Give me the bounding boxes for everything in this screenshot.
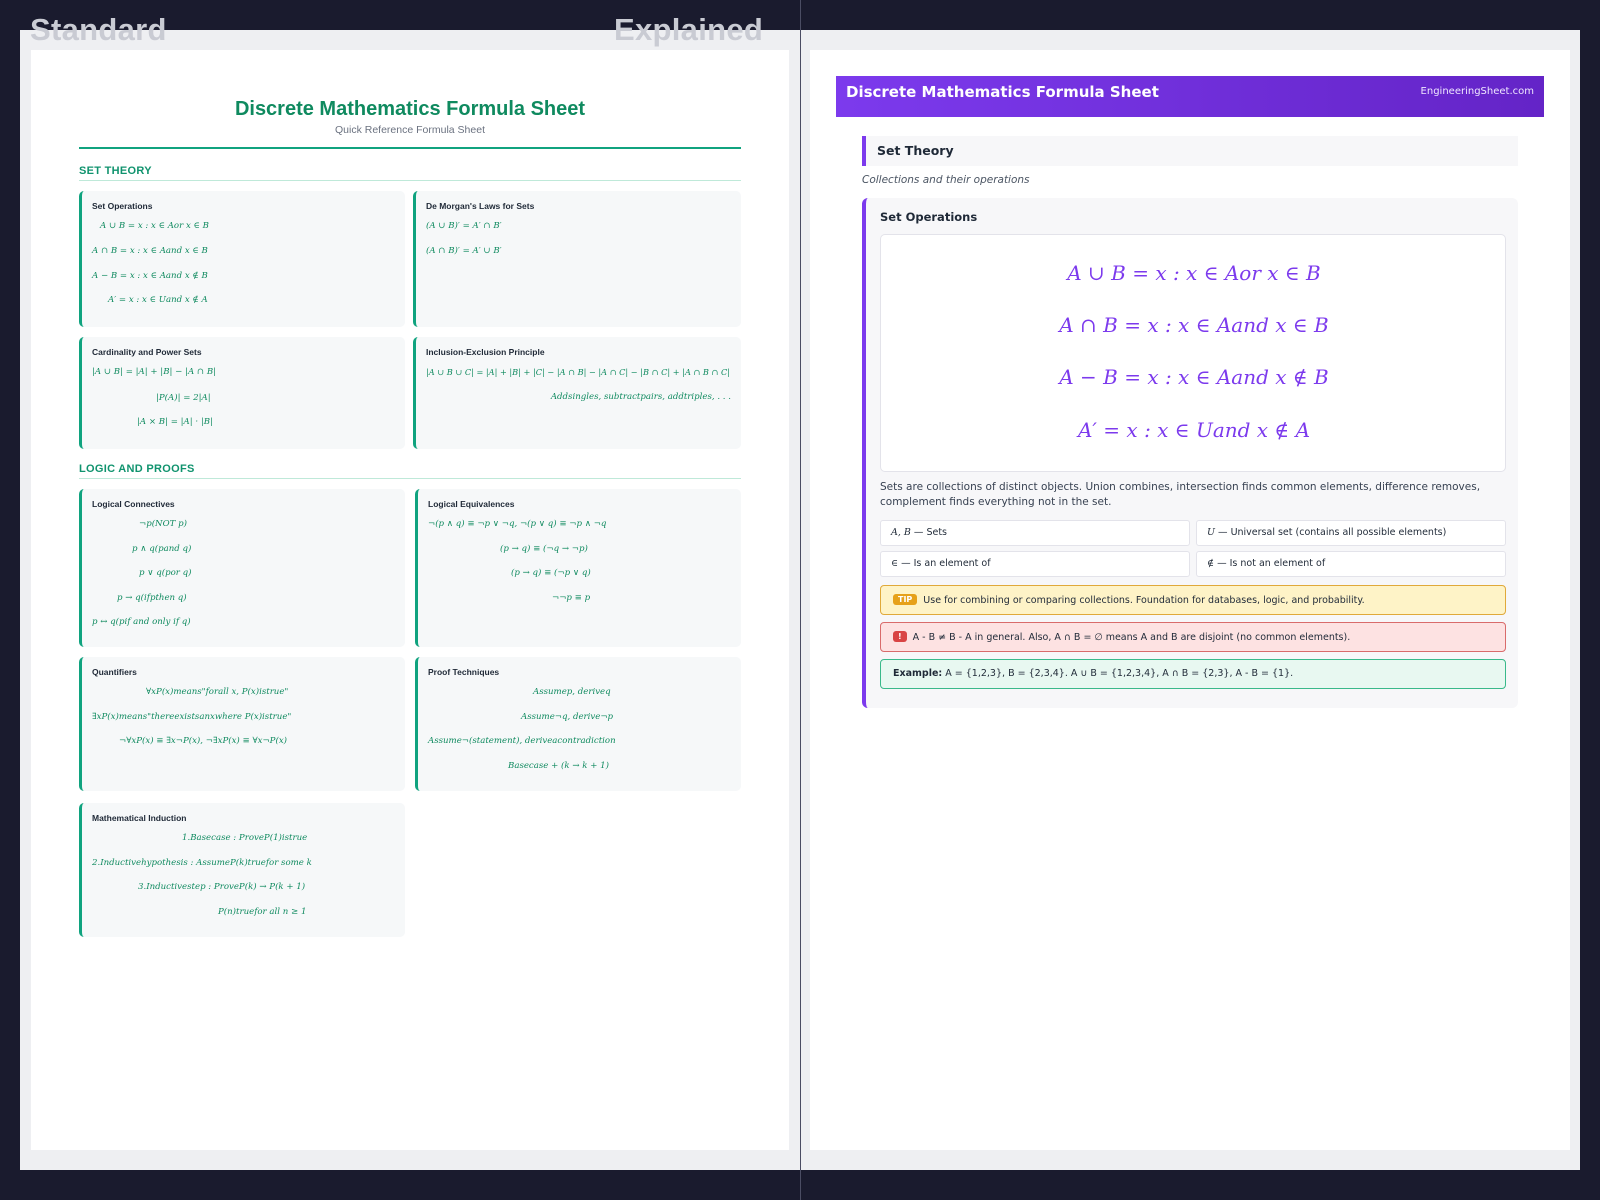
formula: 3.Inductivestep : ProveP(k) → P(k + 1): [138, 882, 306, 892]
card-title: Set Operations: [92, 201, 153, 211]
warning-text: A - B ≠ B - A in general. Also, A ∩ B = …: [912, 632, 1351, 643]
card-title: Logical Equivalences: [428, 499, 515, 509]
standard-label: Standard: [30, 12, 167, 47]
tip-box: TIP Use for combining or comparing collec…: [880, 585, 1506, 615]
explained-page: Discrete Mathematics Formula Sheet Engin…: [810, 50, 1570, 1150]
example-box: Example: A = {1,2,3}, B = {2,3,4}. A ∪ B…: [880, 659, 1506, 689]
variable-definition: A, B — Sets: [880, 520, 1190, 546]
example-label: Example:: [893, 668, 943, 679]
card-logical-equivalences: Logical Equivalences ¬(p ∧ q) ≡ ¬p ∨ ¬q,…: [415, 489, 741, 647]
card-title: Inclusion-Exclusion Principle: [426, 347, 545, 357]
card-quantifiers: Quantifiers ∀xP(x)means"forall x, P(x)is…: [79, 657, 405, 791]
formula: |A ∪ B ∪ C| = |A| + |B| + |C| − |A ∩ B| …: [426, 367, 731, 377]
section-title-set-theory: SET THEORY: [79, 165, 741, 181]
variable-symbol: U: [1207, 527, 1216, 538]
formula: p ∨ q(por q): [139, 568, 192, 578]
formula: A ∪ B = x : x ∈ Aor x ∈ B: [100, 221, 209, 231]
section-description: Collections and their operations: [862, 174, 1030, 186]
formula: A ∪ B = x : x ∈ Aor x ∈ B: [1067, 261, 1321, 285]
formula: ∃xP(x)means"thereexistsanxwhere P(x)istr…: [92, 712, 292, 722]
formula: Addsingles, subtractpairs, addtriples, .…: [550, 392, 731, 402]
formula: (A ∪ B)′ = A′ ∩ B′: [426, 221, 502, 231]
sheet-header: Discrete Mathematics Formula Sheet Engin…: [836, 76, 1544, 117]
formula: 2.Inductivehypothesis : AssumeP(k)truefo…: [92, 858, 312, 868]
formula: A ∩ B = x : x ∈ Aand x ∈ B: [92, 246, 208, 256]
formula: (p → q) ≡ (¬q → ¬p): [500, 544, 588, 554]
formula: p ↔ q(pif and only if q): [92, 617, 191, 627]
formula: p ∧ q(pand q): [132, 544, 192, 554]
card-title: De Morgan's Laws for Sets: [426, 201, 535, 211]
formula: |A ∪ B| = |A| + |B| − |A ∩ B|: [92, 367, 217, 377]
card-set-operations-explained: Set Operations A ∪ B = x : x ∈ Aor x ∈ B…: [862, 198, 1518, 708]
formula: ¬(p ∧ q) ≡ ¬p ∨ ¬q, ¬(p ∨ q) ≡ ¬p ∧ ¬q: [428, 519, 607, 529]
formula: |P(A)| = 2|A|: [156, 393, 211, 403]
variable-symbol: ∈: [891, 558, 899, 569]
card-title: Proof Techniques: [428, 667, 500, 677]
variable-symbol: A, B: [891, 527, 911, 538]
page-subtitle: Quick Reference Formula Sheet: [335, 124, 485, 136]
tip-badge: TIP: [893, 594, 918, 605]
explained-label: Explained: [614, 12, 764, 47]
formula: 1.Basecase : ProveP(1)istrue: [182, 833, 308, 843]
variable-text: — Is an element of: [901, 558, 991, 569]
card-proof-techniques: Proof Techniques Assumep, deriveq Assume…: [415, 657, 741, 791]
page-title: Discrete Mathematics Formula Sheet: [234, 98, 586, 120]
formula: Assumep, deriveq: [533, 687, 611, 697]
card-title: Set Operations: [880, 210, 978, 224]
card-cardinality-power-sets: Cardinality and Power Sets |A ∪ B| = |A|…: [79, 337, 405, 449]
example-text: A = {1,2,3}, B = {2,3,4}. A ∪ B = {1,2,3…: [945, 668, 1294, 679]
formula: (p → q) ≡ (¬p ∨ q): [511, 568, 591, 578]
card-title: Cardinality and Power Sets: [92, 347, 202, 357]
formula: P(n)truefor all n ≥ 1: [218, 907, 307, 917]
formula: Assume¬q, derive¬p: [521, 712, 614, 722]
tip-text: Use for combining or comparing collectio…: [923, 595, 1365, 606]
variable-definition: ∉ — Is not an element of: [1196, 551, 1506, 577]
card-mathematical-induction: Mathematical Induction 1.Basecase : Prov…: [79, 803, 405, 937]
card-title: Mathematical Induction: [92, 813, 187, 823]
warning-badge: !: [893, 631, 907, 642]
variable-text: — Sets: [913, 527, 947, 538]
card-set-operations: Set Operations A ∪ B = x : x ∈ Aor x ∈ B…: [79, 191, 405, 327]
variable-text: — Is not an element of: [1217, 558, 1326, 569]
card-inclusion-exclusion: Inclusion-Exclusion Principle |A ∪ B ∪ C…: [413, 337, 741, 449]
section-header-set-theory: Set Theory: [862, 136, 1518, 166]
card-logical-connectives: Logical Connectives ¬p(NOT p) p ∧ q(pand…: [79, 489, 405, 647]
variable-definition: ∈ — Is an element of: [880, 551, 1190, 577]
formula: ∀xP(x)means"forall x, P(x)istrue": [146, 687, 289, 697]
header-title: Discrete Mathematics Formula Sheet: [846, 83, 1159, 101]
formula: Assume¬(statement), deriveacontradiction: [428, 736, 616, 746]
variable-definition: U — Universal set (contains all possible…: [1196, 520, 1506, 546]
formula-box: A ∪ B = x : x ∈ Aor x ∈ B A ∩ B = x : x …: [880, 234, 1506, 472]
title-rule: [79, 147, 741, 149]
standard-page: Discrete Mathematics Formula Sheet Quick…: [31, 50, 789, 1150]
formula: A − B = x : x ∈ Aand x ∉ B: [92, 271, 208, 281]
formula: A ∩ B = x : x ∈ Aand x ∈ B: [1059, 313, 1329, 337]
header-site: EngineeringSheet.com: [1420, 86, 1534, 97]
panel-divider: [800, 0, 801, 1200]
formula: ¬¬p ≡ p: [552, 593, 591, 603]
formula: (A ∩ B)′ = A′ ∪ B′: [426, 246, 502, 256]
section-title: Set Theory: [877, 143, 954, 158]
card-description: Sets are collections of distinct objects…: [880, 481, 1481, 508]
formula: |A × B| = |A| · |B|: [137, 417, 213, 427]
variable-text: — Universal set (contains all possible e…: [1218, 527, 1447, 538]
variable-symbol: ∉: [1207, 558, 1215, 569]
formula: ¬p(NOT p): [139, 519, 187, 529]
formula: Basecase + (k → k + 1): [508, 761, 609, 771]
formula: A′ = x : x ∈ Uand x ∉ A: [1077, 418, 1311, 442]
card-title: Quantifiers: [92, 667, 137, 677]
warning-box: ! A - B ≠ B - A in general. Also, A ∩ B =…: [880, 622, 1506, 652]
formula: A − B = x : x ∈ Aand x ∉ B: [1059, 365, 1329, 389]
card-title: Logical Connectives: [92, 499, 175, 509]
section-title-logic-proofs: LOGIC AND PROOFS: [79, 463, 741, 479]
card-de-morgans-laws: De Morgan's Laws for Sets (A ∪ B)′ = A′ …: [413, 191, 741, 327]
formula: p → q(ifpthen q): [117, 593, 187, 603]
formula: A′ = x : x ∈ Uand x ∉ A: [108, 295, 208, 305]
formula: ¬∀xP(x) ≡ ∃x¬P(x), ¬∃xP(x) ≡ ∀x¬P(x): [119, 736, 288, 746]
